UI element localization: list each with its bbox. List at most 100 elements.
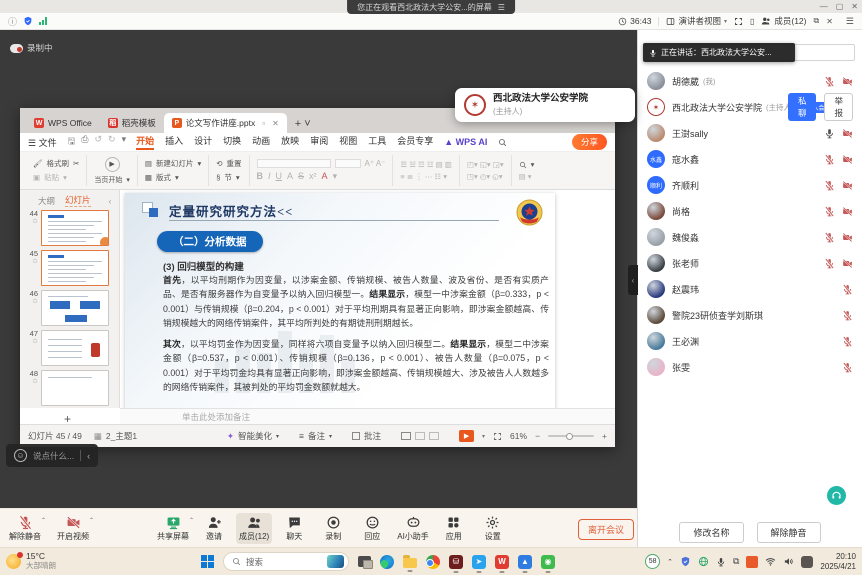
mic-muted-icon[interactable] [842, 336, 853, 347]
popout-icon[interactable]: ⧉ [814, 16, 820, 26]
orange-tray-app-icon[interactable] [746, 556, 758, 568]
mic-muted-icon[interactable] [842, 310, 853, 321]
cast-icon[interactable]: ⧉ [733, 556, 739, 567]
notes-toggle[interactable]: ≡备注▾ [299, 430, 332, 442]
wps-menu-4[interactable]: 动画 [252, 134, 270, 150]
member-row[interactable]: 魏俊淼 [638, 224, 862, 250]
camera-off-icon[interactable] [842, 180, 853, 191]
camera-off-icon[interactable] [842, 206, 853, 217]
slide-thumbnail-45[interactable]: 45✩ [24, 250, 119, 286]
mic-muted-icon[interactable] [842, 362, 853, 373]
录制-button[interactable]: 录制 [316, 513, 350, 544]
leave-meeting-button[interactable]: 离开会议 [578, 519, 634, 540]
search-icon[interactable] [498, 138, 507, 147]
mic-muted-icon[interactable] [824, 258, 835, 269]
font-style-buttons[interactable]: BIUASx²A▾ [257, 171, 386, 182]
member-row[interactable]: 王必渊 [638, 328, 862, 354]
slideshow-play-button[interactable]: ▶ [459, 430, 474, 442]
panel-close-icon[interactable]: ✕ [826, 17, 833, 26]
mic-on-icon[interactable] [824, 128, 835, 139]
info-icon[interactable]: ⓘ [8, 15, 17, 28]
wps-ai-menu[interactable]: ▲ WPS AI [444, 137, 487, 147]
meeting-app-icon[interactable]: ▲ [518, 555, 532, 569]
member-row[interactable]: 王澍sally [638, 120, 862, 146]
tray-mic-icon[interactable] [716, 557, 726, 567]
wifi-icon[interactable] [765, 556, 776, 567]
play-from-page-button[interactable]: ▶ 当页开始 ▾ [87, 155, 138, 186]
member-row[interactable]: 张老师 [638, 250, 862, 276]
new-slide-button[interactable]: ▤ 新建幻灯片 ▾ [145, 158, 201, 169]
camera-off-icon[interactable] [842, 128, 853, 139]
camera-off-icon[interactable] [842, 76, 853, 87]
guard-ball-icon[interactable]: 58 [645, 554, 660, 569]
mic-muted-icon[interactable] [824, 154, 835, 165]
wps-document-tab[interactable]: 稻稻壳模板 [100, 113, 164, 133]
stock-app-icon[interactable]: ⛁ [449, 555, 463, 569]
mic-muted-icon[interactable] [824, 180, 835, 191]
rename-button[interactable]: 修改名称 [679, 522, 743, 543]
AI小助手-button[interactable]: AI小助手 [394, 513, 432, 544]
tab-close-icon[interactable]: ✕ [272, 119, 279, 128]
messenger-app-icon[interactable]: ➤ [472, 555, 486, 569]
wps-menu-7[interactable]: 视图 [339, 134, 357, 150]
member-row[interactable]: 赵震玮 [638, 276, 862, 302]
wps-menu-3[interactable]: 切换 [223, 134, 241, 150]
share-button[interactable]: 分享 [572, 134, 607, 150]
mic-muted-icon[interactable] [824, 76, 835, 87]
outline-tab[interactable]: 大纲 [38, 195, 55, 207]
chevron-up-icon[interactable]: ⌃ [41, 517, 46, 524]
task-view-button[interactable] [358, 556, 371, 567]
slide-thumbnail-47[interactable]: 47✩ [24, 330, 119, 366]
quick-chat-bar[interactable]: ☺ 说点什么... ‹ [6, 444, 98, 467]
format-painter-button[interactable]: 🖌 格式刷 ✂ [33, 158, 79, 169]
hamburger-icon[interactable]: ☰ [846, 16, 854, 27]
mic-muted-icon[interactable] [824, 232, 835, 243]
解除静音-button[interactable]: 解除静音⌃ [6, 513, 44, 544]
wps-menu-6[interactable]: 审阅 [310, 134, 328, 150]
view-mode-selector[interactable]: 演讲者视图▾ [666, 15, 727, 27]
defender-icon[interactable] [680, 556, 691, 567]
support-float-button[interactable] [827, 486, 846, 505]
fit-screen-icon[interactable] [493, 432, 502, 441]
member-row[interactable]: 张雯 [638, 354, 862, 380]
member-row[interactable]: 水鑫寇水鑫 [638, 146, 862, 172]
chat-placeholder[interactable]: 说点什么... [33, 450, 74, 462]
weather-widget[interactable]: 15°C 大部晴朗 [6, 552, 56, 570]
设置-button[interactable]: 设置 [476, 513, 510, 544]
mic-muted-icon[interactable] [824, 206, 835, 217]
chevron-up-icon[interactable]: ⌃ [89, 517, 94, 524]
member-row[interactable]: 胡德葳(我) [638, 68, 862, 94]
private-chat-button[interactable]: 私聊 [788, 93, 817, 121]
wps-menu-1[interactable]: 插入 [165, 134, 183, 150]
reset-button[interactable]: ⟲ 重置 [216, 158, 241, 169]
report-button[interactable]: 举报 [824, 93, 853, 121]
回应-button[interactable]: 回应 [355, 513, 389, 544]
taskbar-clock[interactable]: 20:10 2025/4/21 [820, 552, 856, 572]
wps-menu-9[interactable]: 会员专享 [397, 134, 433, 150]
共享屏幕-button[interactable]: 共享屏幕⌃ [154, 513, 192, 544]
layout-button[interactable]: ▦ 版式 ▾ [145, 172, 201, 183]
close-button[interactable]: ✕ [851, 2, 858, 11]
member-row[interactable]: 警院23研侦查学刘斯琪 [638, 302, 862, 328]
slide-thumbnail-48[interactable]: 48✩ [24, 370, 119, 406]
new-tab-button[interactable]: + ˅ [295, 118, 311, 130]
wps-document-tab[interactable]: WWPS Office [26, 113, 100, 133]
pip-icon[interactable]: ▯ [750, 17, 754, 26]
quick-access-icons[interactable]: 🖫⎙↺↻▾ [68, 134, 127, 150]
chrome-icon[interactable] [426, 555, 440, 569]
file-menu[interactable]: ☰ 文件 [28, 136, 57, 149]
minimize-button[interactable]: — [820, 2, 828, 11]
wps-menu-8[interactable]: 工具 [368, 134, 386, 150]
maximize-button[interactable]: ▢ [836, 2, 844, 11]
camera-off-icon[interactable] [842, 258, 853, 269]
edge-icon[interactable] [380, 555, 394, 569]
wps-document-tab[interactable]: P论文写作讲座.pptx▫✕ [164, 113, 287, 133]
taskbar-search[interactable]: 搜索 [223, 552, 349, 571]
network-app-icon[interactable] [698, 556, 709, 567]
watching-banner[interactable]: 您正在观看西北政法大学公安...的屏幕 ☰ [347, 0, 515, 14]
成员(12)-button[interactable]: 成员(12) [236, 513, 272, 544]
chevron-up-icon[interactable]: ⌃ [189, 517, 194, 524]
slide-thumbnail-44[interactable]: 44✩ [24, 210, 119, 246]
emoji-icon[interactable]: ☺ [14, 449, 27, 462]
fullscreen-icon[interactable] [734, 17, 743, 26]
